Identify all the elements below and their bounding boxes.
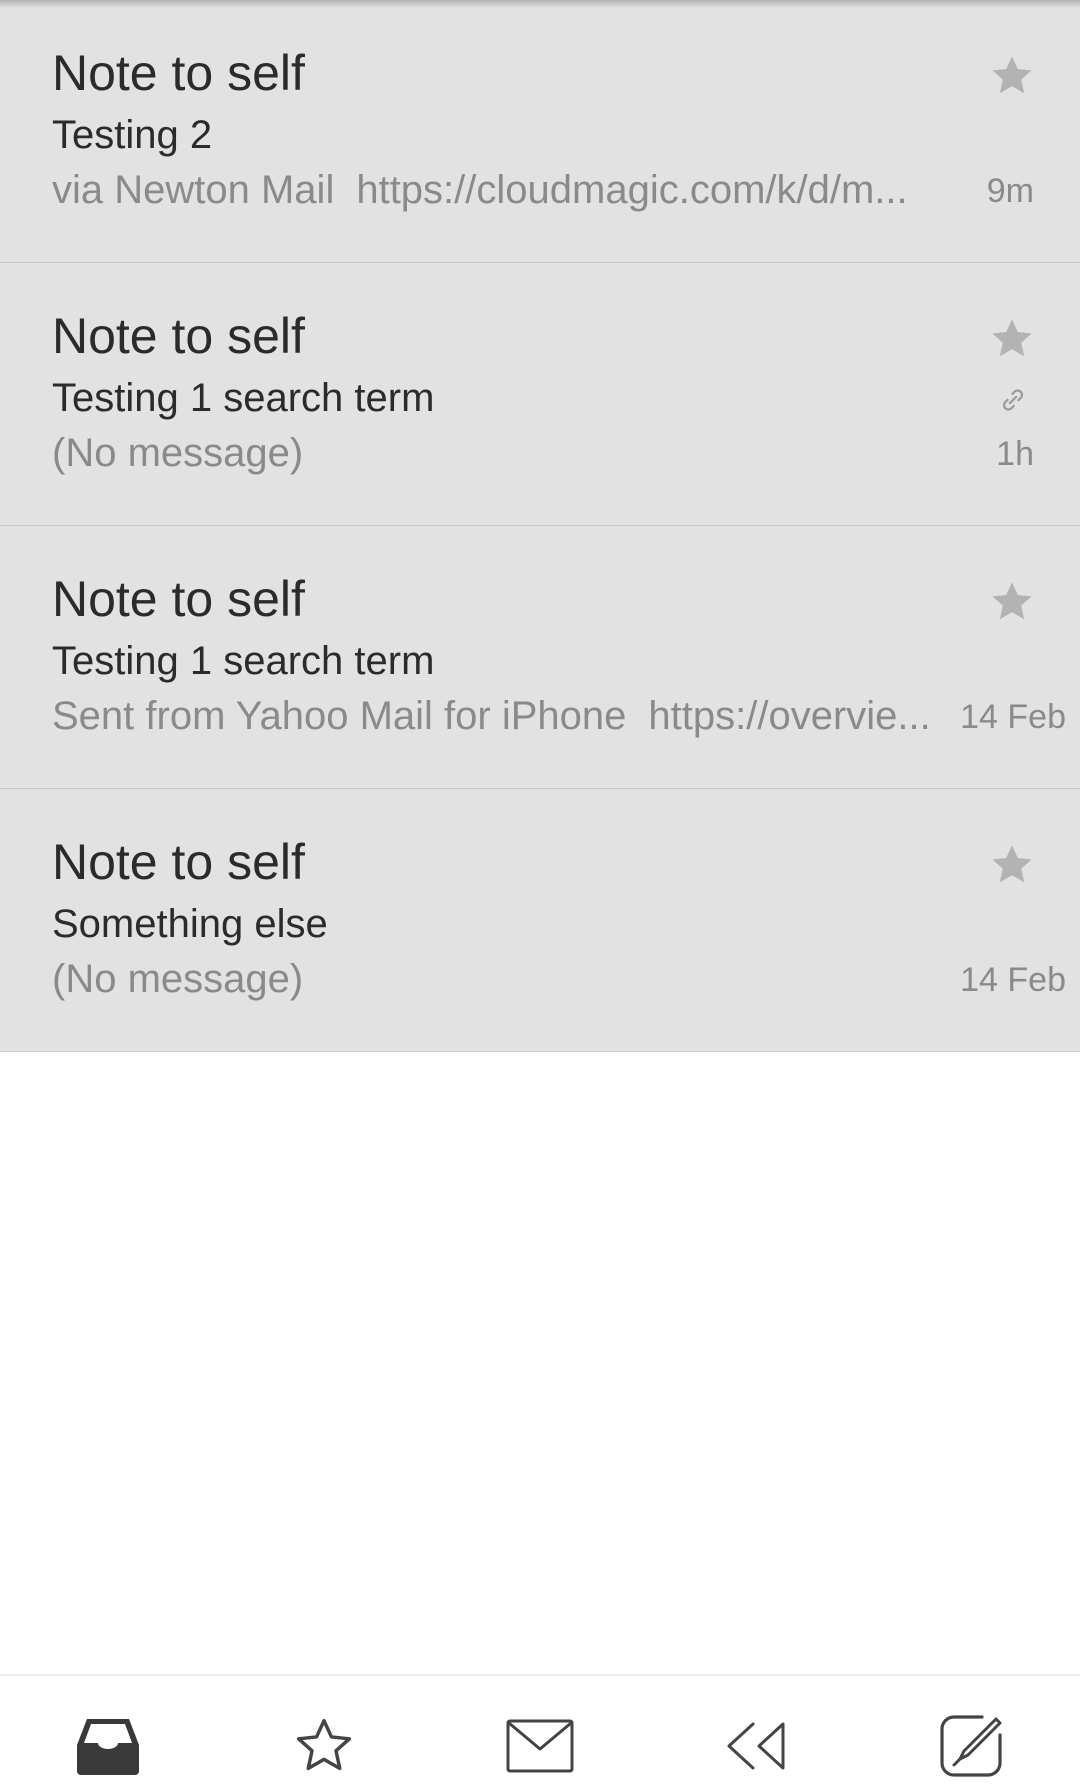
mail-sender: Note to self [52,45,305,101]
mail-sender: Note to self [52,571,305,627]
mail-subject: Testing 1 search term [52,376,435,420]
mail-preview-link: https://cloudmagic.com/k/d/m... [356,168,908,212]
mail-preview: (No message) [52,957,942,1002]
star-outline-icon[interactable] [288,1710,360,1782]
mail-sender: Note to self [52,308,305,364]
attachment-icon [998,385,1028,415]
mail-list-item[interactable]: Note to self Something else (No message)… [0,789,1080,1052]
mail-preview-link: https://overvie... [648,694,931,738]
mail-list: Note to self Testing 2 via Newton Mail ht… [0,0,1080,1052]
mail-list-item[interactable]: Note to self Testing 1 search term (No m… [0,263,1080,526]
inbox-icon[interactable] [72,1710,144,1782]
mail-preview-text: (No message) [52,431,304,475]
mail-list-item[interactable]: Note to self Testing 1 search term Sent … [0,526,1080,789]
star-icon[interactable] [988,578,1036,626]
star-icon[interactable] [988,841,1036,889]
compose-icon[interactable] [936,1710,1008,1782]
mail-list-item[interactable]: Note to self Testing 2 via Newton Mail ht… [0,0,1080,263]
toolbar-shadow [0,0,1080,8]
mail-preview: via Newton Mail https://cloudmagic.com/k/… [52,168,942,213]
star-icon[interactable] [988,52,1036,100]
mail-time: 14 Feb [950,961,1066,1000]
mail-sender: Note to self [52,834,305,890]
mail-time: 1h [986,435,1034,474]
envelope-icon[interactable] [504,1710,576,1782]
mail-preview-text: via Newton Mail [52,168,335,212]
star-icon[interactable] [988,315,1036,363]
reply-all-icon[interactable] [720,1710,792,1782]
mail-subject: Testing 2 [52,113,213,157]
mail-preview-text: (No message) [52,957,304,1001]
mail-time: 14 Feb [950,698,1066,737]
mail-time: 9m [976,172,1034,211]
mail-subject: Testing 1 search term [52,639,435,683]
mail-preview-text: Sent from Yahoo Mail for iPhone [52,694,627,738]
mail-subject: Something else [52,902,328,946]
mail-preview: Sent from Yahoo Mail for iPhone https://o… [52,694,942,739]
bottom-navigation-bar [0,1674,1080,1789]
mail-preview: (No message) [52,431,942,476]
